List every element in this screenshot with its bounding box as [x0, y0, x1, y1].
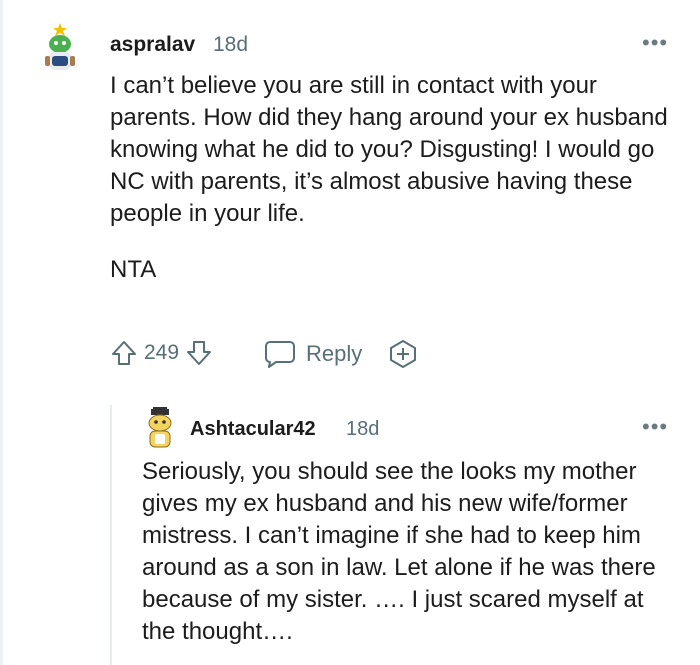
- comment-author[interactable]: aspralav: [110, 33, 195, 57]
- vote-count: 249: [144, 341, 180, 364]
- award-button[interactable]: [388, 339, 418, 369]
- user-avatar[interactable]: [142, 407, 178, 449]
- user-avatar[interactable]: [38, 22, 82, 74]
- comment-paragraph: NTA: [110, 256, 157, 283]
- downvote-arrow-icon[interactable]: [185, 339, 213, 367]
- comment-paragraph: I can’t believe you are still in contact…: [110, 72, 668, 227]
- thread-line-reply[interactable]: [110, 405, 112, 665]
- comment-paragraph: Seriously, you should see the looks my m…: [142, 458, 656, 645]
- vote-controls: 249: [110, 339, 213, 367]
- comment-age: 18d: [346, 418, 380, 440]
- reply-label: Reply: [306, 341, 363, 366]
- comment-author[interactable]: Ashtacular42: [190, 418, 316, 441]
- award-plus-icon: [390, 340, 416, 368]
- comment-body: Seriously, you should see the looks my m…: [142, 456, 672, 648]
- more-options-icon[interactable]: •••: [642, 32, 668, 54]
- speech-bubble-icon: [265, 341, 295, 368]
- more-options-icon[interactable]: •••: [642, 416, 668, 438]
- comment-body: I can’t believe you are still in contact…: [110, 70, 685, 286]
- snoo-avatar-icon: [148, 407, 172, 448]
- comment-age: 18d: [213, 33, 249, 56]
- reply-button[interactable]: Reply: [264, 339, 362, 369]
- snoo-avatar-icon: [45, 23, 75, 70]
- thread-line-left[interactable]: [0, 0, 3, 665]
- upvote-arrow-icon[interactable]: [110, 339, 138, 367]
